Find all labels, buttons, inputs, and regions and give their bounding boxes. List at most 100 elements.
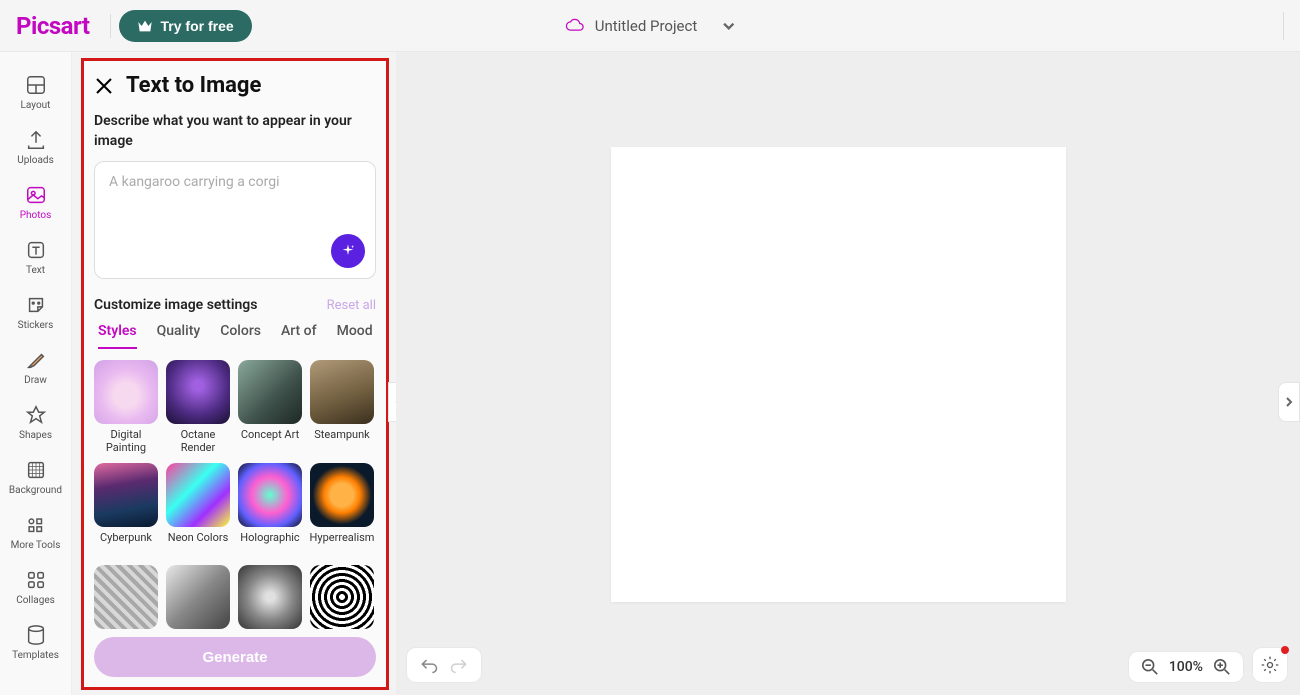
- upload-icon: [25, 129, 47, 151]
- templates-icon: [25, 624, 47, 646]
- styles-grid[interactable]: Digital Painting Octane Render Concept Art…: [94, 360, 376, 629]
- photos-icon: [25, 184, 47, 206]
- rail-layout[interactable]: Layout: [0, 66, 71, 121]
- rail-label: Shapes: [19, 430, 52, 441]
- style-option[interactable]: Neon Colors: [166, 463, 230, 557]
- rail-uploads[interactable]: Uploads: [0, 121, 71, 176]
- undo-button[interactable]: [419, 656, 439, 674]
- style-option[interactable]: Concept Art: [238, 360, 302, 454]
- draw-icon: [25, 349, 47, 371]
- gear-icon: [1260, 655, 1280, 675]
- tab-styles[interactable]: Styles: [98, 323, 137, 349]
- rail-label: More Tools: [11, 540, 61, 551]
- rail-templates[interactable]: Templates: [0, 616, 71, 671]
- rail-label: Collages: [16, 595, 55, 606]
- style-option[interactable]: Hyperrealism: [310, 463, 374, 557]
- tab-mood[interactable]: Mood: [337, 323, 373, 349]
- panel-title: Text to Image: [126, 73, 261, 98]
- style-option[interactable]: Steampunk: [310, 360, 374, 454]
- canvas[interactable]: [611, 147, 1066, 602]
- main: Layout Uploads Photos Text Stickers Draw…: [0, 52, 1300, 695]
- more-tools-icon: [25, 514, 47, 536]
- zoom-out-button[interactable]: [1141, 658, 1159, 676]
- rail-label: Photos: [20, 210, 52, 221]
- style-thumb: [238, 360, 302, 424]
- redo-button[interactable]: [449, 656, 469, 674]
- magic-generate-button[interactable]: [331, 234, 365, 268]
- background-icon: [25, 459, 47, 481]
- style-option[interactable]: [238, 565, 302, 629]
- tab-art-of[interactable]: Art of: [281, 323, 317, 349]
- try-label: Try for free: [161, 18, 234, 34]
- rail-label: Draw: [24, 375, 47, 386]
- rail-background[interactable]: Background: [0, 451, 71, 506]
- style-thumb: [238, 463, 302, 527]
- style-name: Concept Art: [241, 428, 299, 454]
- style-thumb: [310, 565, 374, 629]
- rail-text[interactable]: Text: [0, 231, 71, 286]
- rail-label: Stickers: [18, 320, 54, 331]
- stickers-icon: [25, 294, 47, 316]
- style-name: Octane Render: [166, 428, 230, 454]
- divider: [1283, 12, 1284, 40]
- prompt-placeholder: A kangaroo carrying a corgi: [109, 174, 361, 190]
- collages-icon: [25, 569, 47, 591]
- zoom-in-button[interactable]: [1213, 658, 1231, 676]
- topbar: Picsart Try for free Untitled Project: [0, 0, 1300, 52]
- rail-shapes[interactable]: Shapes: [0, 396, 71, 451]
- project-name: Untitled Project: [595, 17, 698, 35]
- style-thumb: [166, 360, 230, 424]
- crown-icon: [137, 19, 153, 33]
- style-name: Holographic: [240, 531, 299, 557]
- right-panel-handle[interactable]: [1278, 382, 1300, 422]
- zoom-controls: 100%: [1128, 651, 1244, 683]
- project-name-area[interactable]: Untitled Project: [565, 17, 736, 35]
- logo[interactable]: Picsart: [16, 12, 90, 40]
- style-option[interactable]: Cyberpunk: [94, 463, 158, 557]
- style-option[interactable]: [94, 565, 158, 629]
- style-thumb: [310, 463, 374, 527]
- close-icon[interactable]: [94, 76, 114, 96]
- reset-all-link[interactable]: Reset all: [327, 298, 376, 313]
- style-thumb: [94, 565, 158, 629]
- style-name: Steampunk: [314, 428, 369, 454]
- settings-tabs: Styles Quality Colors Art of Mood: [94, 323, 376, 350]
- customize-label: Customize image settings: [94, 297, 257, 313]
- prompt-input[interactable]: A kangaroo carrying a corgi: [94, 161, 376, 279]
- panel-wrap: Text to Image Describe what you want to …: [72, 52, 396, 695]
- style-option[interactable]: Octane Render: [166, 360, 230, 454]
- style-option[interactable]: Holographic: [238, 463, 302, 557]
- style-thumb: [166, 565, 230, 629]
- style-option[interactable]: Digital Painting: [94, 360, 158, 454]
- style-option[interactable]: [166, 565, 230, 629]
- rail-more-tools[interactable]: More Tools: [0, 506, 71, 561]
- rail-draw[interactable]: Draw: [0, 341, 71, 396]
- tab-colors[interactable]: Colors: [220, 323, 261, 349]
- rail-label: Text: [26, 265, 45, 276]
- rail-label: Uploads: [17, 155, 53, 166]
- canvas-area[interactable]: [396, 52, 1300, 695]
- style-name: Hyperrealism: [310, 531, 375, 557]
- style-name: Digital Painting: [94, 428, 158, 454]
- rail-collages[interactable]: Collages: [0, 561, 71, 616]
- generate-button[interactable]: Generate: [94, 637, 376, 677]
- style-thumb: [94, 360, 158, 424]
- rail-stickers[interactable]: Stickers: [0, 286, 71, 341]
- chevron-right-icon: [1284, 397, 1294, 407]
- rail-label: Layout: [21, 100, 51, 111]
- settings-button[interactable]: [1252, 647, 1288, 683]
- sparkle-icon: [340, 243, 356, 259]
- notification-dot: [1281, 646, 1289, 654]
- text-to-image-panel: Text to Image Describe what you want to …: [81, 58, 389, 690]
- try-for-free-button[interactable]: Try for free: [119, 10, 252, 42]
- style-option[interactable]: [310, 565, 374, 629]
- text-icon: [25, 239, 47, 261]
- zoom-percent[interactable]: 100%: [1169, 659, 1203, 675]
- customize-row: Customize image settings Reset all: [94, 297, 376, 313]
- rail-label: Background: [9, 485, 62, 496]
- rail-photos[interactable]: Photos: [0, 176, 71, 231]
- style-thumb: [166, 463, 230, 527]
- tab-quality[interactable]: Quality: [157, 323, 201, 349]
- chevron-down-icon: [721, 19, 735, 33]
- shapes-icon: [25, 404, 47, 426]
